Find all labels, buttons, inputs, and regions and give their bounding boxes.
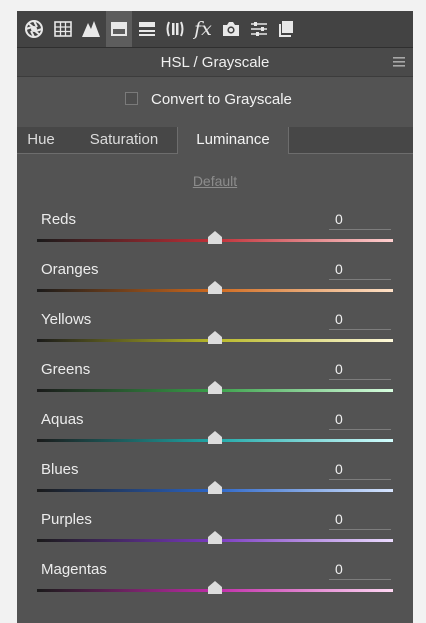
aperture-icon[interactable]: [21, 11, 47, 47]
reds-slider-thumb[interactable]: [208, 231, 222, 244]
slider-row-yellows: Yellows 0: [17, 311, 413, 361]
greens-label: Greens: [41, 361, 91, 378]
convert-to-grayscale-row: Convert to Grayscale: [17, 87, 413, 115]
convert-to-grayscale-checkbox[interactable]: [125, 92, 138, 105]
sliders-icon[interactable]: [246, 11, 272, 47]
blues-value-field[interactable]: 0: [329, 461, 391, 480]
greens-value-field[interactable]: 0: [329, 361, 391, 380]
slider-row-purples: Purples 0: [17, 511, 413, 561]
slider-row-magentas: Magentas 0: [17, 561, 413, 611]
purples-label: Purples: [41, 511, 92, 528]
greens-slider-thumb[interactable]: [208, 381, 222, 394]
slider-row-aquas: Aquas 0: [17, 411, 413, 461]
yellows-label: Yellows: [41, 311, 92, 328]
oranges-slider-thumb[interactable]: [208, 281, 222, 294]
aquas-label: Aquas: [41, 411, 84, 428]
panel-title: HSL / Grayscale: [160, 54, 270, 71]
oranges-value-field[interactable]: 0: [329, 261, 391, 280]
hsl-tabs: Hue Saturation Luminance: [17, 127, 413, 154]
tab-saturation[interactable]: Saturation: [75, 127, 173, 153]
blues-label: Blues: [41, 461, 79, 478]
slider-row-oranges: Oranges 0: [17, 261, 413, 311]
fx-icon[interactable]: fx: [190, 11, 216, 47]
camera-calibration-icon[interactable]: [218, 11, 244, 47]
tab-luminance[interactable]: Luminance: [177, 127, 289, 154]
purples-value-field[interactable]: 0: [329, 511, 391, 530]
tone-curve-icon[interactable]: [78, 11, 104, 47]
reds-value-field[interactable]: 0: [329, 211, 391, 230]
aquas-slider-thumb[interactable]: [208, 431, 222, 444]
default-link[interactable]: Default: [17, 173, 413, 189]
slider-row-greens: Greens 0: [17, 361, 413, 411]
tab-hue[interactable]: Hue: [17, 127, 65, 153]
snapshots-icon[interactable]: [274, 11, 300, 47]
aquas-value-field[interactable]: 0: [329, 411, 391, 430]
slider-row-reds: Reds 0: [17, 211, 413, 261]
develop-toolbar: fx: [17, 11, 413, 48]
fx-label: fx: [194, 17, 212, 40]
hsl-icon[interactable]: [106, 11, 132, 47]
yellows-slider-thumb[interactable]: [208, 331, 222, 344]
oranges-label: Oranges: [41, 261, 99, 278]
slider-row-blues: Blues 0: [17, 461, 413, 511]
magentas-slider-thumb[interactable]: [208, 581, 222, 594]
grid-icon[interactable]: [50, 11, 76, 47]
magentas-value-field[interactable]: 0: [329, 561, 391, 580]
split-toning-icon[interactable]: [134, 11, 160, 47]
panel-menu-icon[interactable]: [393, 57, 405, 67]
blues-slider-thumb[interactable]: [208, 481, 222, 494]
yellows-value-field[interactable]: 0: [329, 311, 391, 330]
purples-slider-thumb[interactable]: [208, 531, 222, 544]
magentas-label: Magentas: [41, 561, 107, 578]
hsl-grayscale-panel: fx HSL / Grayscale Convert to Grayscale …: [17, 11, 413, 623]
panel-header: HSL / Grayscale: [17, 48, 413, 77]
lens-corrections-icon[interactable]: [162, 11, 188, 47]
convert-to-grayscale-label[interactable]: Convert to Grayscale: [151, 91, 292, 108]
reds-label: Reds: [41, 211, 77, 228]
